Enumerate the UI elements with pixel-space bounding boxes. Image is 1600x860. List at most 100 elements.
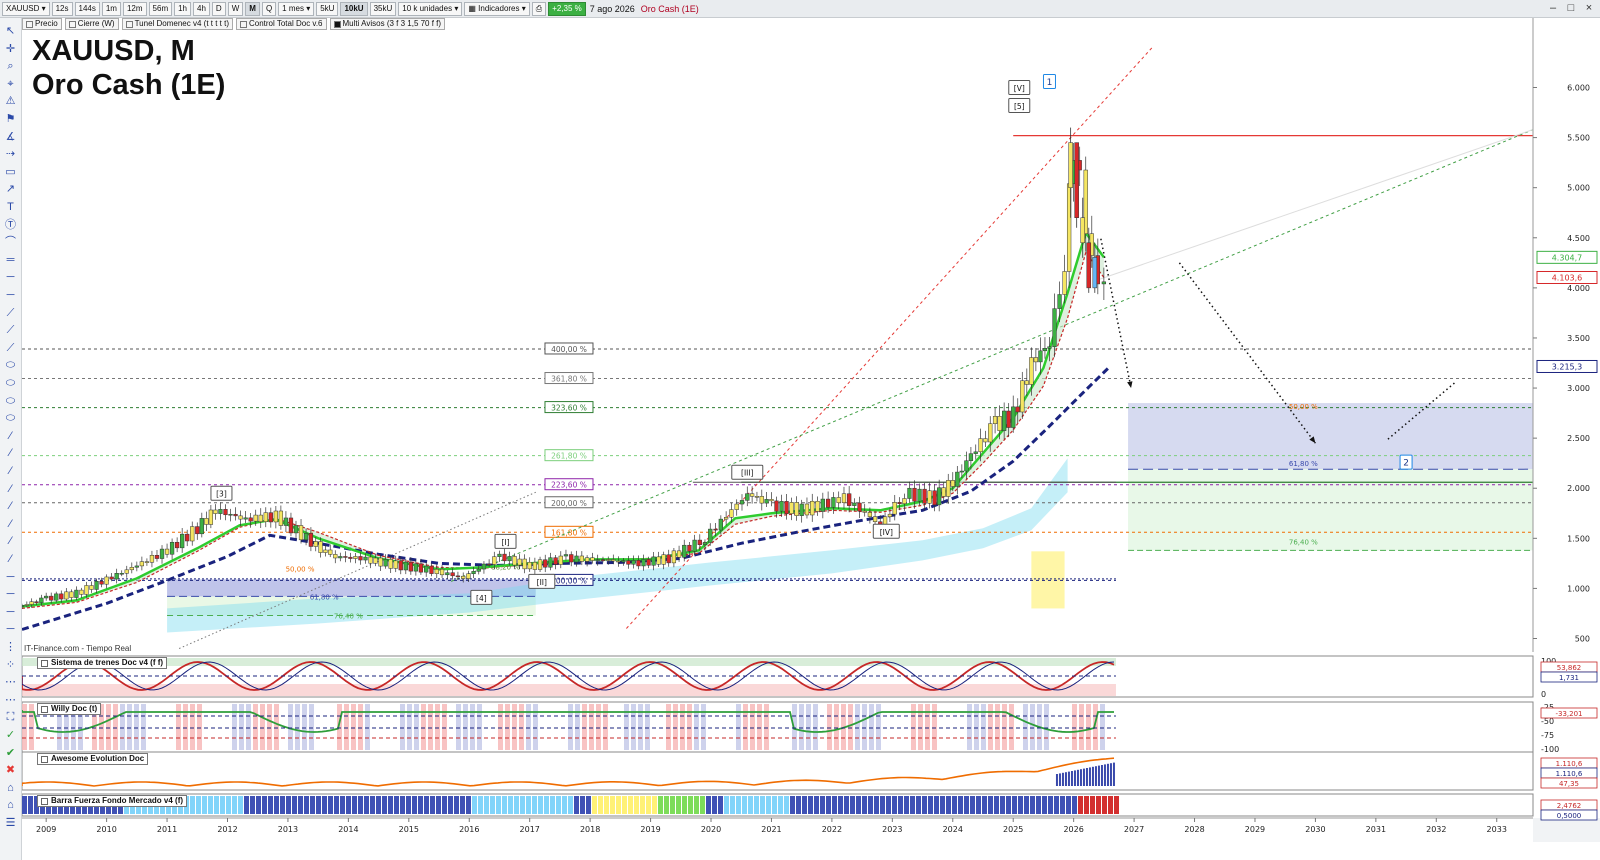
candle-body: [1080, 217, 1085, 244]
timeframe-button[interactable]: 1h: [174, 1, 192, 16]
pointer-icon[interactable]: ↖: [3, 24, 18, 39]
indicator-chip[interactable]: Multi Avisos (3 f 3 1,5 70 f f): [329, 18, 446, 30]
zoom-icon[interactable]: ⌕: [3, 59, 18, 74]
timeframe-button[interactable]: M: [245, 1, 260, 16]
fib-label: 223,60 %: [551, 481, 587, 490]
trendline-icon[interactable]: ⟋: [3, 306, 18, 321]
check-icon[interactable]: ✓: [3, 728, 18, 743]
expand-icon[interactable]: ⛶: [3, 710, 18, 725]
strength-bar: [1024, 796, 1029, 814]
timeframe-button[interactable]: D: [211, 1, 226, 16]
ellipse-icon[interactable]: ⬭: [3, 376, 18, 391]
menu-icon[interactable]: ☰: [3, 816, 18, 831]
ellipse-icon[interactable]: ⬭: [3, 358, 18, 373]
timeframe-button[interactable]: 12m: [122, 1, 147, 16]
camera-icon[interactable]: ⎙: [531, 1, 547, 16]
candle-body: [1033, 357, 1039, 363]
timeframe-button[interactable]: Q: [261, 1, 277, 16]
symbol-select[interactable]: XAUUSD ▾: [2, 1, 50, 16]
dots-icon[interactable]: ⋮: [3, 640, 18, 655]
minimize-icon[interactable]: –: [1546, 2, 1560, 16]
unit-button[interactable]: 5kU: [316, 1, 339, 16]
hline-icon[interactable]: ─: [3, 270, 18, 285]
panel-checkbox[interactable]: [41, 659, 48, 667]
hline-icon[interactable]: ─: [3, 605, 18, 620]
hline-icon[interactable]: ─: [3, 622, 18, 637]
pattern-icon[interactable]: ⁘: [3, 658, 18, 673]
unit-button[interactable]: 10kU: [340, 1, 368, 16]
units-select[interactable]: 10 k unidades ▾: [398, 1, 463, 16]
timeframe-button[interactable]: W: [227, 1, 244, 16]
line-icon[interactable]: ⁄: [3, 552, 18, 567]
ellipse-icon[interactable]: ⬭: [3, 411, 18, 426]
panel-label[interactable]: Willy Doc (t): [37, 703, 102, 715]
more-icon[interactable]: ⋯: [3, 693, 18, 708]
timeframe-button[interactable]: 56m: [148, 1, 173, 16]
panel-label[interactable]: Awesome Evolution Doc: [37, 753, 149, 765]
candle-body: [997, 416, 1002, 431]
line-icon[interactable]: ⁄: [3, 464, 18, 479]
trendline-icon[interactable]: ⟋: [3, 341, 18, 356]
close-icon[interactable]: ×: [1582, 2, 1596, 16]
check-bold-icon[interactable]: ✔: [3, 746, 18, 761]
delete-icon[interactable]: ✖: [3, 763, 18, 778]
candle-body: [466, 573, 471, 579]
hline-double-icon[interactable]: ═: [3, 253, 18, 268]
line-icon[interactable]: ⁄: [3, 446, 18, 461]
panel-checkbox[interactable]: [41, 755, 48, 763]
crosshair-icon[interactable]: ✛: [3, 42, 18, 57]
indicator-chip[interactable]: Tunel Domenec v4 (t t t t t): [121, 18, 233, 30]
target-icon[interactable]: ⌖: [3, 77, 18, 92]
candle-body: [937, 487, 942, 506]
indicators-button[interactable]: ▦ Indicadores ▾: [464, 1, 530, 16]
line-icon[interactable]: ⁄: [3, 517, 18, 532]
timeframe-button[interactable]: 4h: [193, 1, 210, 16]
line-icon[interactable]: ⁄: [3, 499, 18, 514]
panel-checkbox[interactable]: [41, 705, 48, 713]
indicator-checkbox[interactable]: [333, 20, 341, 28]
arrow-icon[interactable]: ↗: [3, 182, 18, 197]
indicator-chip[interactable]: Control Total Doc v.6: [235, 18, 327, 30]
home-icon[interactable]: ⌂: [3, 781, 18, 796]
strength-bar: [466, 796, 471, 814]
candle-body: [195, 526, 200, 535]
indicator-chip[interactable]: Precio: [22, 18, 62, 30]
timeframe-button[interactable]: 1m: [101, 1, 121, 16]
line-icon[interactable]: ⁄: [3, 534, 18, 549]
hline-icon[interactable]: ─: [3, 288, 18, 303]
flag-icon[interactable]: ⚑: [3, 112, 18, 127]
home-icon[interactable]: ⌂: [3, 798, 18, 813]
willy-bar: [848, 704, 853, 750]
indicator-checkbox[interactable]: [239, 20, 247, 28]
panel-checkbox[interactable]: [41, 797, 48, 805]
timeframe-button[interactable]: 144s: [74, 1, 100, 16]
price-chart[interactable]: 400,00 %361,80 %323,60 %261,80 %223,60 %…: [0, 0, 1600, 860]
arc-icon[interactable]: ⌒: [3, 235, 18, 250]
text-icon[interactable]: T: [3, 200, 18, 215]
indicator-checkbox[interactable]: [68, 20, 76, 28]
unit-button[interactable]: 35kU: [369, 1, 397, 16]
willy-bar: [162, 704, 167, 750]
panel-label[interactable]: Sistema de trenes Doc v4 (f f): [37, 657, 168, 669]
indicator-checkbox[interactable]: [26, 20, 33, 28]
text-circle-icon[interactable]: Ⓣ: [3, 218, 18, 233]
line-icon[interactable]: ⁄: [3, 429, 18, 444]
hline-icon[interactable]: ─: [3, 570, 18, 585]
indicator-chip[interactable]: Cierre (W): [64, 18, 119, 30]
hline-icon[interactable]: ─: [3, 587, 18, 602]
willy-bar: [995, 704, 1000, 750]
angle-icon[interactable]: ∡: [3, 130, 18, 145]
more-icon[interactable]: ⋯: [3, 675, 18, 690]
panel-label[interactable]: Barra Fuerza Fondo Mercado v4 (f): [37, 795, 188, 807]
timeframe-button[interactable]: 12s: [51, 1, 73, 16]
willy-bar: [428, 704, 433, 750]
alert-icon[interactable]: ⚠: [3, 94, 18, 109]
ellipse-icon[interactable]: ⬭: [3, 394, 18, 409]
indicator-checkbox[interactable]: [125, 20, 133, 28]
rect-icon[interactable]: ▭: [3, 165, 18, 180]
trendline-icon[interactable]: ⟋: [3, 323, 18, 338]
maximize-icon[interactable]: □: [1564, 2, 1578, 16]
line-icon[interactable]: ⁄: [3, 482, 18, 497]
ray-icon[interactable]: ⇢: [3, 147, 18, 162]
period-select[interactable]: 1 mes ▾: [278, 1, 315, 16]
